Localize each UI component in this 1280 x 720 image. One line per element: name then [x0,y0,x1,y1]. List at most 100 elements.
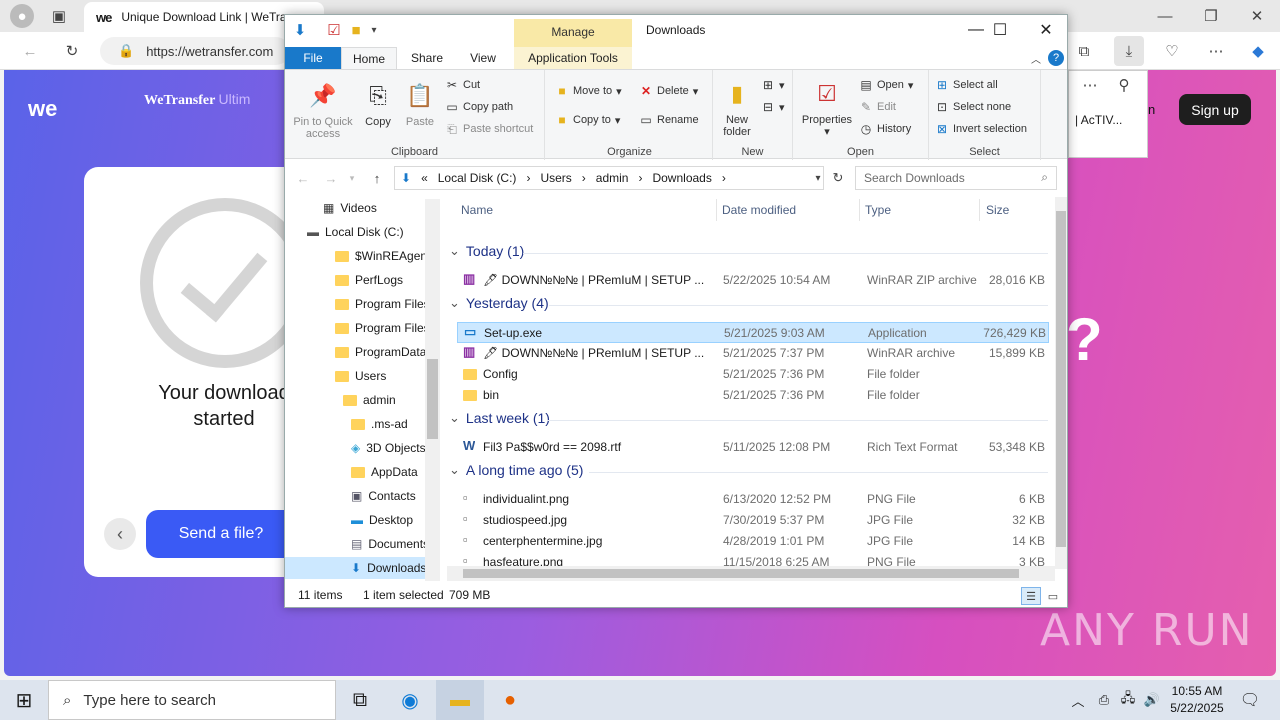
tab-view[interactable]: View [455,47,511,69]
network-icon[interactable]: 🖧 [1116,680,1140,720]
copy-to-button[interactable]: ■ Copy to ▾ [555,113,620,127]
cut-button[interactable]: ✂ Cut [445,78,480,92]
list-horizontal-scrollbar[interactable] [447,566,1055,581]
sign-up-button[interactable]: Sign up [1179,94,1251,125]
breadcrumb-local-disk[interactable]: Local Disk (C:) [438,171,517,185]
new-folder-quick-icon[interactable]: ■ [347,21,365,39]
more-icon[interactable]: ⋯ [1079,75,1101,95]
performance-icon[interactable]: ♡ [1160,39,1184,63]
back-icon[interactable]: ← [18,39,42,63]
start-button-icon[interactable]: ⊞ [0,680,48,720]
maximize-icon[interactable]: ☐ [977,15,1023,45]
search-input[interactable]: Search Downloads ⌕ [855,166,1057,190]
minimize-icon[interactable]: — [1150,5,1180,27]
refresh-icon[interactable]: ↻ [60,39,84,63]
list-scroll-thumb[interactable] [1056,211,1066,547]
address-field[interactable]: ⬇ « Local Disk (C:) › Users › admin › Downl… [394,166,824,190]
nav-item-downloads[interactable]: ⬇ Downloads [285,557,426,579]
nav-scrollbar[interactable] [425,199,440,581]
nav-item-documents[interactable]: ▤ Documents [351,533,429,555]
edge-icon[interactable]: ◉ [386,680,434,720]
refresh-icon[interactable]: ↻ [829,168,847,188]
move-to-button[interactable]: ■ Move to ▾ [555,84,621,98]
nav-item-winreagent[interactable]: $WinREAgent [335,245,430,267]
nav-item-programdata[interactable]: ProgramData [335,341,426,363]
help-icon[interactable]: ? [1048,50,1064,66]
pin-quick-access-button[interactable]: 📌 Pin to Quick access [291,80,355,141]
select-all-button[interactable]: ⊞ Select all [935,78,998,92]
group-header[interactable]: ⌄ Today (1) [449,243,524,259]
show-hidden-icons-icon[interactable]: ︿ [1064,680,1092,720]
select-none-button[interactable]: ⊡ Select none [935,100,1011,114]
collections-icon[interactable]: ⧉ [1072,39,1096,63]
nav-item-perflogs[interactable]: PerfLogs [335,269,403,291]
nav-item-desktop[interactable]: ▬ Desktop [351,509,413,531]
tray-app-icon[interactable]: ⎙ [1092,680,1116,720]
manage-tab[interactable]: Manage [514,19,632,47]
copy-button[interactable]: ⎘ Copy [359,80,397,129]
group-header[interactable]: ⌄ Last week (1) [449,410,550,426]
wetransfer-logo[interactable]: we [28,96,57,122]
close-icon[interactable]: ✕ [1242,5,1272,27]
downloads-icon[interactable]: ⤓ [1114,36,1144,66]
tab-file[interactable]: File [285,47,341,69]
large-icons-view-icon[interactable]: ▭ [1043,587,1063,605]
tab-share[interactable]: Share [399,47,455,69]
carousel-back-button[interactable]: ‹ [104,518,136,550]
nav-item-appdata[interactable]: AppData [351,461,418,483]
rename-button[interactable]: ▭ Rename [639,113,698,127]
column-divider[interactable] [859,199,860,221]
edit-button[interactable]: ✎ Edit [859,100,896,114]
taskbar-search[interactable]: ⌕ Type here to search [48,680,336,720]
file-row[interactable]: W Fil3 Pa$$w0rd == 2098.rtf 5/11/2025 12:0… [457,437,1049,458]
file-row[interactable]: ▥ 🖋 DOWN№№№ | PRemIuM | SETUP ... 5/22/202… [457,270,1049,291]
nav-item-local-disk-c[interactable]: ▬ Local Disk (C:) [307,221,404,243]
up-icon[interactable]: ↑ [367,168,387,188]
nav-item-users[interactable]: Users [335,365,386,387]
tab-home[interactable]: Home [341,47,397,69]
nav-item-admin[interactable]: admin [343,389,396,411]
nav-item-contacts[interactable]: ▣ Contacts [351,485,416,507]
system-clock[interactable]: 10:55 AM 5/22/2025 [1162,683,1232,717]
copy-path-button[interactable]: ▭ Copy path [445,100,513,114]
paste-shortcut-button[interactable]: ⎗ Paste shortcut [445,122,533,136]
new-item-button[interactable]: ⊞ ▾ [761,78,785,92]
column-divider[interactable] [716,199,717,221]
copilot-icon[interactable]: ◆ [1246,39,1270,63]
breadcrumb-users[interactable]: Users [540,171,571,185]
firefox-icon[interactable]: ● [486,680,534,720]
close-icon[interactable]: ✕ [1023,15,1069,45]
easy-access-button[interactable]: ⊟ ▾ [761,100,785,114]
nav-item-ms-ad[interactable]: .ms-ad [351,413,408,435]
file-row[interactable]: Config 5/21/2025 7:36 PM File folder [457,364,1049,385]
file-row[interactable]: ▫ individualint.png 6/13/2020 12:52 PM PNG … [457,489,1049,510]
file-explorer-taskbar-icon[interactable]: ▬ [436,680,484,720]
notification-icon[interactable]: 🗨 [1232,680,1268,720]
breadcrumb-downloads[interactable]: Downloads [652,171,711,185]
file-row[interactable]: ▭ Set-up.exe 5/21/2025 9:03 AM Application 7… [457,322,1049,343]
column-date[interactable]: Date modified [722,203,796,217]
nav-item-program-files[interactable]: Program Files [335,293,430,315]
column-type[interactable]: Type [865,203,891,217]
properties-button[interactable]: ☑ Properties ▾ [799,78,855,139]
nav-item-3d-objects[interactable]: ◈ 3D Objects [351,437,426,459]
open-button[interactable]: ▤ Open ▾ [859,78,913,92]
file-row[interactable]: ▫ studiospeed.jpg 7/30/2019 5:37 PM JPG Fil… [457,510,1049,531]
properties-quick-icon[interactable]: ☑ [325,21,343,39]
tab-actions-icon[interactable]: ▣ [48,6,70,26]
pin-icon[interactable]: ⚲ [1113,75,1135,95]
new-folder-button[interactable]: ▮ New folder [717,78,757,139]
collapse-ribbon-icon[interactable]: ︿ [1029,49,1043,67]
history-button[interactable]: ◷ History [859,122,911,136]
nav-item-program-files[interactable]: Program Files [335,317,430,339]
url-field[interactable]: 🔒 https://wetransfer.com [100,37,290,65]
back-icon[interactable]: ← [293,168,313,188]
file-row[interactable]: ▥ 🖋 DOWN№№№ | PRemIuM | SETUP ... 5/21/202… [457,343,1049,364]
nav-scroll-thumb[interactable] [427,359,438,439]
recent-locations-icon[interactable]: ▾ [345,168,359,188]
group-header[interactable]: ⌄ A long time ago (5) [449,462,583,478]
column-name[interactable]: Name [461,203,493,217]
file-row[interactable]: bin 5/21/2025 7:36 PM File folder [457,385,1049,406]
file-row[interactable]: ▫ centerphentermine.jpg 4/28/2019 1:01 PM J… [457,531,1049,552]
group-header[interactable]: ⌄ Yesterday (4) [449,295,549,311]
